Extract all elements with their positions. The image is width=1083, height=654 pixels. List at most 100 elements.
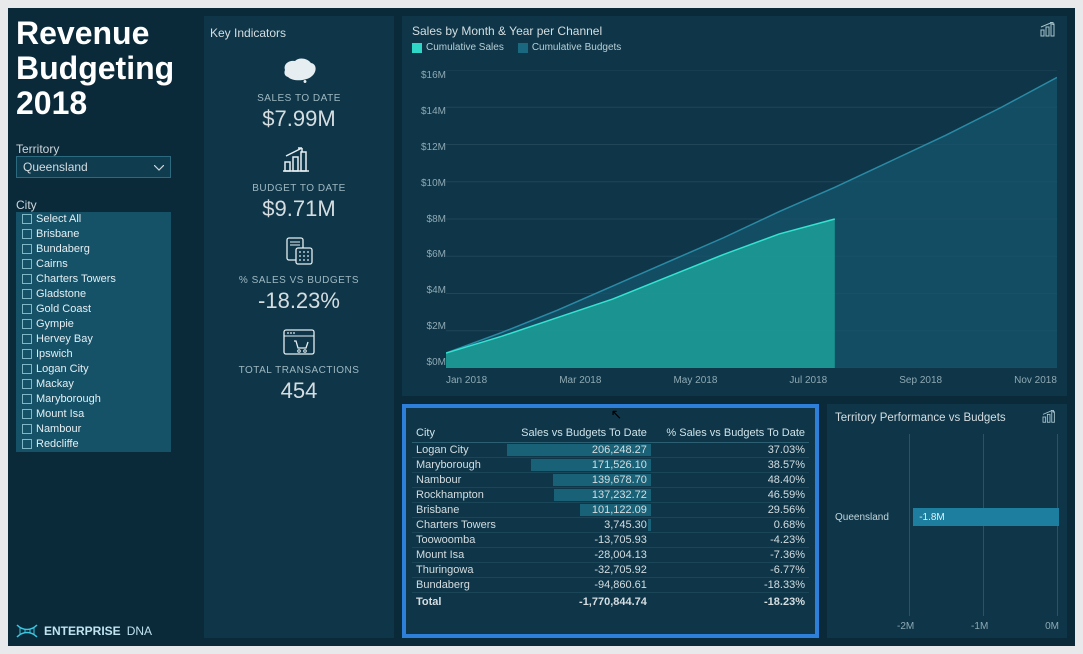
table-row[interactable]: Brisbane101,122.0929.56% [412, 503, 809, 518]
right-column: Sales by Month & Year per Channel Cumula… [402, 16, 1067, 638]
calculator-icon [284, 236, 314, 271]
city-checkbox-item[interactable]: Logan City [16, 362, 171, 377]
city-item-label: Maryborough [36, 393, 101, 405]
territory-x-axis: -2M-1M0M [897, 621, 1059, 632]
kpi-pct-sales-vs-budgets: % SALES VS BUDGETS -18.23% [239, 236, 359, 314]
kpi-label: % SALES VS BUDGETS [239, 275, 359, 286]
cell-sales-vs-budgets: -32,705.92 [507, 563, 651, 578]
checkbox-icon [22, 289, 32, 299]
table-row[interactable]: Logan City206,248.2737.03% [412, 443, 809, 458]
cell-pct: 0.68% [651, 518, 809, 533]
cell-sales-vs-budgets: 206,248.27 [507, 443, 651, 458]
table-row[interactable]: Mount Isa-28,004.13-7.36% [412, 548, 809, 563]
th-pct-sales-vs-budgets[interactable]: % Sales vs Budgets To Date [651, 424, 809, 443]
key-indicators-panel: Key Indicators SALES TO DATE $7.99M BUDG… [204, 16, 394, 638]
city-checkbox-item[interactable]: Brisbane [16, 227, 171, 242]
th-sales-vs-budgets[interactable]: Sales vs Budgets To Date [507, 424, 651, 443]
city-checkbox-item[interactable]: Nambour [16, 422, 171, 437]
checkbox-icon [22, 439, 32, 449]
chart-title: Sales by Month & Year per Channel [412, 24, 1057, 38]
cart-window-icon [282, 328, 316, 361]
table-row[interactable]: Charters Towers3,745.300.68% [412, 518, 809, 533]
y-tick: $16M [410, 70, 446, 81]
city-item-label: Logan City [36, 363, 89, 375]
checkbox-icon [22, 349, 32, 359]
city-item-label: Nambour [36, 423, 81, 435]
city-checkbox-item[interactable]: Gold Coast [16, 302, 171, 317]
territory-label: Territory [16, 142, 196, 156]
legend-label: Cumulative Budgets [532, 42, 622, 53]
sales-chart-panel[interactable]: Sales by Month & Year per Channel Cumula… [402, 16, 1067, 396]
kpi-value: $7.99M [262, 106, 335, 132]
cell-pct: -7.36% [651, 548, 809, 563]
growth-chart-icon [1041, 410, 1059, 429]
city-checkbox-item[interactable]: Ipswich [16, 347, 171, 362]
city-checkbox-item[interactable]: Select All [16, 212, 171, 227]
cell-city: Charters Towers [412, 518, 507, 533]
table-row[interactable]: Nambour139,678.7048.40% [412, 473, 809, 488]
chart-plot-area [446, 70, 1057, 368]
checkbox-icon [22, 334, 32, 344]
table-row[interactable]: Thuringowa-32,705.92-6.77% [412, 563, 809, 578]
x-tick: Nov 2018 [1014, 375, 1057, 386]
kpi-value: -18.23% [258, 288, 340, 314]
city-filter: City Select AllBrisbaneBundabergCairnsCh… [16, 188, 196, 452]
table-row[interactable]: Rockhampton137,232.7246.59% [412, 488, 809, 503]
territory-performance-panel[interactable]: Territory Performance vs Budgets Queensl… [827, 404, 1067, 638]
cell-pct: -18.33% [651, 578, 809, 593]
city-checkbox-item[interactable]: Bundaberg [16, 242, 171, 257]
city-checkbox-item[interactable]: Mount Isa [16, 407, 171, 422]
checkbox-icon [22, 424, 32, 434]
growth-chart-icon [1039, 22, 1059, 43]
growth-chart-icon [282, 146, 316, 179]
performance-table: City Sales vs Budgets To Date % Sales vs… [412, 424, 809, 609]
cell-city: Mount Isa [412, 548, 507, 563]
city-checkbox-item[interactable]: Cairns [16, 257, 171, 272]
y-tick: $0M [410, 357, 446, 368]
cell-sales-vs-budgets: 3,745.30 [507, 518, 651, 533]
city-checkbox-item[interactable]: Charters Towers [16, 272, 171, 287]
city-checkbox-item[interactable]: Mackay [16, 377, 171, 392]
city-item-label: Redcliffe [36, 438, 79, 450]
cell-city: Maryborough [412, 458, 507, 473]
city-checkbox-item[interactable]: Gympie [16, 317, 171, 332]
dashboard-root: Revenue Budgeting 2018 Territory Queensl… [8, 8, 1075, 646]
checkbox-icon [22, 364, 32, 374]
cell-sales-vs-budgets: 171,526.10 [507, 458, 651, 473]
th-city[interactable]: City [412, 424, 507, 443]
performance-table-panel[interactable]: ↖ City Sales vs Budgets To Date % Sales … [402, 404, 819, 638]
city-item-label: Cairns [36, 258, 68, 270]
table-row[interactable]: Bundaberg-94,860.61-18.33% [412, 578, 809, 593]
total-pct: -18.23% [651, 593, 809, 610]
city-list[interactable]: Select All BrisbaneBundabergCairns Charter… [16, 212, 171, 452]
cell-city: Thuringowa [412, 563, 507, 578]
city-item-label: Gladstone [36, 288, 86, 300]
city-item-label: Mackay [36, 378, 74, 390]
kpi-label: TOTAL TRANSACTIONS [239, 365, 360, 376]
cell-city: Bundaberg [412, 578, 507, 593]
cell-sales-vs-budgets: -28,004.13 [507, 548, 651, 563]
y-tick: $14M [410, 106, 446, 117]
city-checkbox-item[interactable]: Redcliffe [16, 437, 171, 452]
city-item-label: Select All [36, 213, 81, 225]
legend-swatch-sales [412, 43, 422, 53]
city-checkbox-item[interactable]: Hervey Bay [16, 332, 171, 347]
territory-panel-title: Territory Performance vs Budgets [835, 412, 1059, 424]
x-tick: Mar 2018 [559, 375, 601, 386]
title-line: Budgeting [16, 51, 196, 86]
x-tick: 0M [1045, 621, 1059, 632]
territory-select[interactable]: Queensland [16, 156, 171, 178]
y-tick: $4M [410, 285, 446, 296]
y-tick: $6M [410, 249, 446, 260]
table-row[interactable]: Maryborough171,526.1038.57% [412, 458, 809, 473]
cell-sales-vs-budgets: -13,705.93 [507, 533, 651, 548]
territory-bar-row: Queensland -1.8M [835, 506, 1059, 528]
city-checkbox-item[interactable]: Gladstone [16, 287, 171, 302]
total-label: Total [412, 593, 507, 610]
city-item-label: Ipswich [36, 348, 73, 360]
brand-logo: ENTERPRISE DNA [16, 624, 196, 638]
legend-swatch-budgets [518, 43, 528, 53]
city-checkbox-item[interactable]: Maryborough [16, 392, 171, 407]
cell-sales-vs-budgets: 137,232.72 [507, 488, 651, 503]
table-row[interactable]: Toowoomba-13,705.93-4.23% [412, 533, 809, 548]
